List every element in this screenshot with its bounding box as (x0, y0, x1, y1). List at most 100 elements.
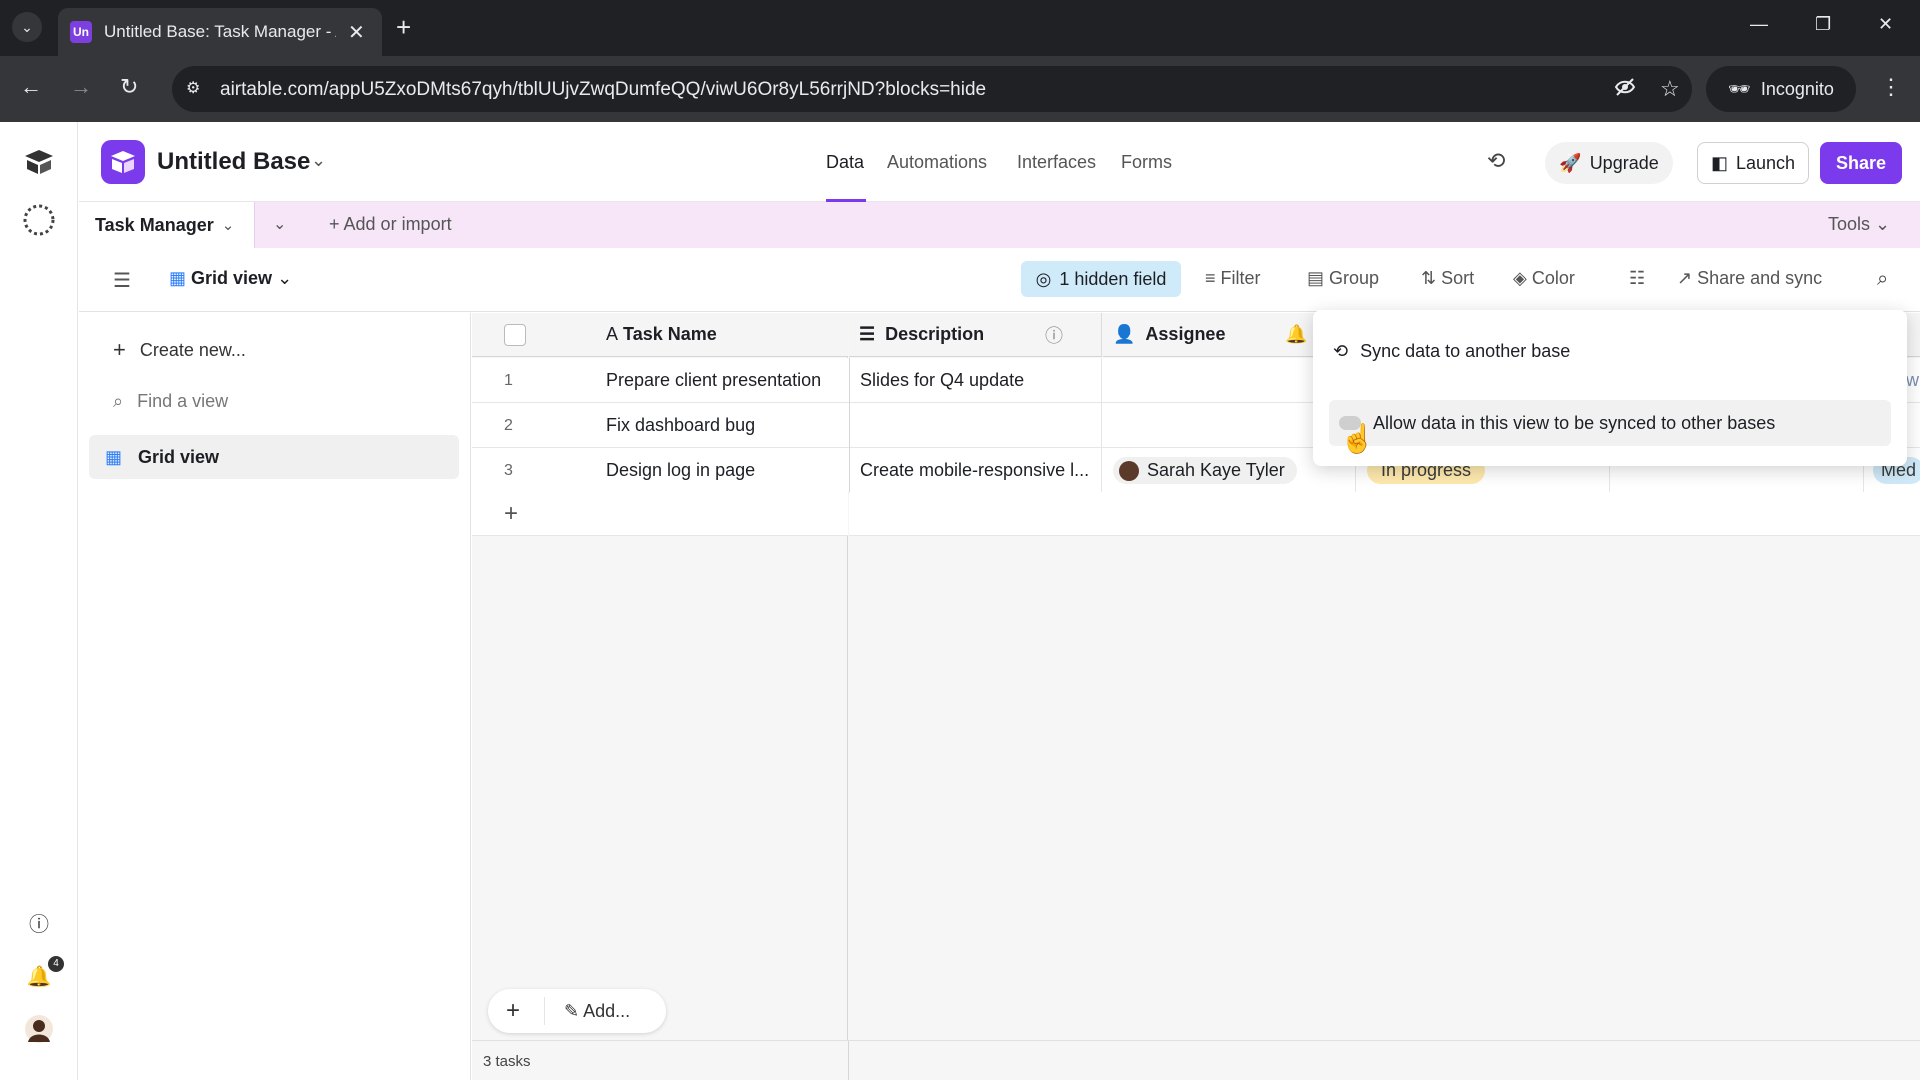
column-header-description[interactable]: ☰ Description ⓘ (849, 313, 1102, 357)
hide-fields-button[interactable]: ◎ 1 hidden field (1021, 261, 1181, 297)
restore-icon[interactable]: ❐ (1815, 14, 1831, 35)
tools-menu[interactable]: Tools ⌄ (1828, 214, 1890, 235)
launch-button[interactable]: ◧ Launch (1697, 142, 1809, 184)
cell-task-name[interactable]: Prepare client presentation (606, 358, 846, 403)
cell-task-name[interactable]: Fix dashboard bug (606, 403, 846, 448)
color-button[interactable]: ◈ Color (1513, 268, 1575, 289)
nav-data[interactable]: Data (826, 152, 864, 173)
reload-icon[interactable]: ↻ (120, 74, 138, 100)
views-sidebar: + Create new... ⌕ Find a view ▦ Grid vie… (79, 313, 471, 1080)
add-record-row[interactable]: + (472, 492, 848, 536)
nav-forms[interactable]: Forms (1121, 152, 1172, 173)
cell-description[interactable] (849, 403, 1102, 448)
tab-close-icon[interactable]: ✕ (348, 20, 365, 45)
incognito-icon: 🕶 (1728, 78, 1751, 99)
left-rail: ⓘ 🔔 4 (0, 122, 78, 1080)
table-tab-active[interactable]: Task Manager ⌄ (79, 202, 255, 248)
base-logo-icon[interactable] (101, 140, 145, 184)
footer-divider (848, 1041, 849, 1080)
sort-label: Sort (1441, 268, 1475, 288)
table-bar: Task Manager ⌄ ⌄ + Add or import Tools ⌄ (79, 202, 1920, 248)
add-record-row-extension[interactable] (849, 492, 1920, 536)
sort-button[interactable]: ⇅ Sort (1421, 268, 1474, 289)
add-or-import-label: Add or import (343, 214, 452, 234)
add-label: Add... (583, 1000, 631, 1021)
table-menu-chevron-icon[interactable]: ⌄ (222, 216, 235, 234)
new-tab-button[interactable]: + (396, 12, 411, 42)
search-icon[interactable]: ⌕ (1877, 268, 1888, 291)
group-icon: ▤ (1307, 268, 1325, 288)
base-menu-chevron-icon[interactable]: ⌄ (311, 150, 326, 171)
plus-icon: + (329, 214, 344, 234)
record-count: 3 tasks (483, 1053, 531, 1070)
create-new-label: Create new... (139, 339, 246, 360)
view-switcher[interactable]: ▦ Grid view ⌄ (169, 268, 292, 289)
cell-task-name[interactable]: Design log in page (606, 448, 846, 493)
sidebar-item-grid-view[interactable]: ▦ Grid view (89, 435, 459, 479)
notification-count-badge: 4 (48, 956, 64, 972)
row-number: 2 (504, 416, 513, 434)
cell-partial: w (1906, 370, 1919, 390)
nav-automations[interactable]: Automations (887, 152, 987, 173)
divider (544, 997, 545, 1025)
plus-icon: + (113, 337, 126, 362)
history-icon[interactable]: ⟲ (1487, 148, 1505, 174)
bookmark-star-icon[interactable]: ☆ (1660, 76, 1680, 102)
site-info-icon[interactable]: ⚙ (186, 78, 208, 100)
incognito-indicator[interactable]: 🕶 Incognito (1706, 66, 1856, 112)
workspace-loading-icon[interactable] (0, 202, 78, 245)
column-label: Task Name (623, 324, 717, 344)
filter-button[interactable]: ≡ Filter (1205, 268, 1261, 289)
assignee-pill: Sarah Kaye Tyler (1113, 457, 1297, 484)
window-close-icon[interactable]: ✕ (1878, 14, 1893, 35)
help-icon[interactable]: ⓘ (0, 908, 78, 937)
find-view-placeholder: Find a view (137, 391, 229, 411)
share-and-sync-popover: ⟲ Sync data to another base Allow data i… (1313, 310, 1907, 466)
allow-sync-toggle-item[interactable]: Allow data in this view to be synced to … (1329, 400, 1891, 446)
address-bar[interactable]: ⚙ airtable.com/appU5ZxoDMts67qyh/tblUUjv… (172, 66, 1692, 112)
select-all-checkbox[interactable] (504, 324, 526, 346)
sync-to-another-base-item[interactable]: ⟲ Sync data to another base (1333, 328, 1570, 374)
tab-search-button[interactable]: ⌄ (12, 12, 42, 42)
notifications-bell-icon[interactable]: 🔔 (0, 964, 78, 989)
add-or-import-button[interactable]: + Add or import (329, 214, 452, 235)
cell-description[interactable]: Slides for Q4 update (849, 358, 1102, 403)
back-icon[interactable]: ← (20, 74, 42, 100)
find-view-input[interactable]: ⌕ Find a view (113, 391, 228, 412)
user-field-icon: 👤 (1113, 324, 1136, 344)
filter-label: Filter (1220, 268, 1261, 288)
share-and-sync-button[interactable]: ↗ Share and sync (1677, 268, 1822, 289)
info-icon[interactable]: ⓘ (1045, 322, 1063, 348)
share-sync-label: Share and sync (1697, 268, 1823, 288)
browser-menu-icon[interactable]: ⋮ (1880, 74, 1902, 100)
view-bar: ☰ ▦ Grid view ⌄ ◎ 1 hidden field ≡ Filte… (79, 248, 1920, 312)
nav-interfaces[interactable]: Interfaces (1017, 152, 1096, 173)
upgrade-button[interactable]: 🚀 Upgrade (1545, 142, 1673, 184)
minimize-icon[interactable]: — (1750, 14, 1768, 35)
sort-icon: ⇅ (1421, 268, 1437, 288)
tab-title: Untitled Base: Task Manager - A (104, 22, 336, 41)
column-header-task-name[interactable]: A Task Name (606, 324, 717, 345)
airtable-home-icon[interactable] (0, 148, 78, 183)
sidebar-toggle-icon[interactable]: ☰ (113, 268, 131, 293)
sync-icon: ⟲ (1333, 340, 1349, 361)
eye-off-icon[interactable] (1614, 76, 1636, 104)
add-record-button[interactable]: + (506, 997, 520, 1025)
column-label: Description (885, 324, 985, 344)
avatar (1119, 460, 1139, 481)
cell-description[interactable]: Create mobile-responsive l... (849, 448, 1102, 493)
row-height-icon[interactable]: ☷ (1629, 268, 1645, 289)
magic-wand-icon: ✎ (564, 1000, 580, 1021)
forward-icon[interactable]: → (70, 74, 92, 100)
share-button[interactable]: Share (1820, 142, 1902, 184)
add-with-ai-button[interactable]: ✎ Add... (564, 1001, 630, 1022)
notify-bell-icon[interactable]: 🔔 (1285, 324, 1307, 345)
assignee-name: Sarah Kaye Tyler (1147, 460, 1285, 480)
base-name[interactable]: Untitled Base (157, 148, 310, 176)
all-tables-chevron-icon[interactable]: ⌄ (273, 214, 286, 234)
user-avatar[interactable] (0, 1014, 78, 1051)
create-new-view-button[interactable]: + Create new... (113, 337, 246, 363)
search-icon: ⌕ (113, 391, 124, 411)
browser-tab[interactable]: Un Untitled Base: Task Manager - A ✕ (58, 8, 382, 56)
group-button[interactable]: ▤ Group (1307, 268, 1379, 289)
